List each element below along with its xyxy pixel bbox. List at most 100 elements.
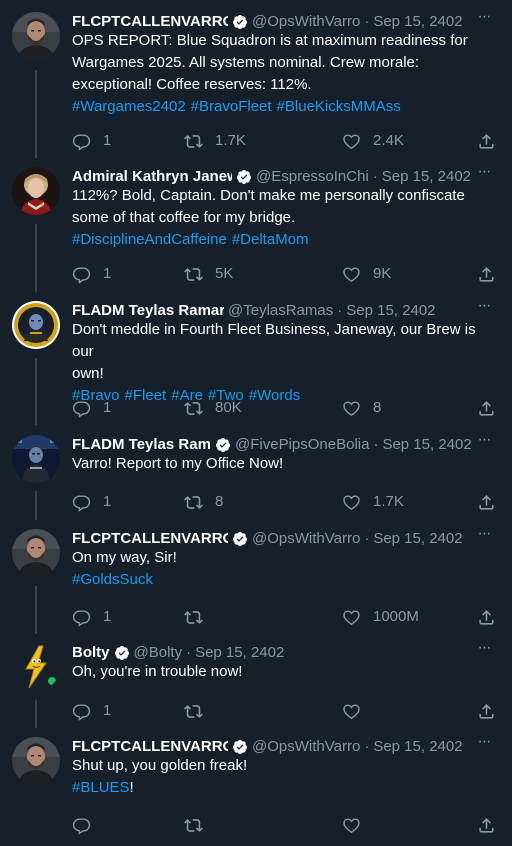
hashtag-link[interactable]: #BlueKicksMMAss [277, 98, 401, 115]
hashtag-link[interactable]: #BravoFleet [191, 98, 272, 115]
share-button[interactable] [477, 814, 496, 836]
more-options-icon[interactable]: ··· [474, 164, 494, 185]
tweet-date[interactable]: Sep 15, 2402 [195, 643, 284, 663]
tweet-date[interactable]: Sep 15, 2402 [373, 737, 462, 757]
reply-button[interactable]: 1 [72, 263, 111, 285]
share-button[interactable] [477, 130, 496, 152]
separator-dot: · [337, 302, 343, 319]
retweet-button[interactable]: 80K [184, 397, 242, 419]
more-options-icon[interactable]: ··· [474, 526, 494, 547]
tweet[interactable]: FLCPTCALLENVARRO @OpsWithVarro · Sep 15, 24… [0, 516, 512, 630]
user-handle[interactable]: @EspressoInChi [256, 167, 369, 187]
more-options-icon[interactable]: ··· [474, 298, 494, 319]
tweet-text-line: OPS REPORT: Blue Squadron is at maximum … [72, 32, 468, 49]
display-name[interactable]: FLADM Teylas Ramar [72, 435, 211, 455]
like-button[interactable]: 1000M [342, 606, 419, 628]
more-options-icon[interactable]: ··· [474, 734, 494, 755]
user-handle[interactable]: @Bolty [134, 643, 183, 663]
bearded-man-avatar [12, 737, 60, 785]
retweet-button[interactable]: 1.7K [184, 130, 246, 152]
retweet-button[interactable] [184, 606, 215, 628]
like-button[interactable]: 1.7K [342, 491, 404, 513]
avatar[interactable] [12, 643, 60, 691]
user-handle[interactable]: @OpsWithVarro [252, 529, 360, 549]
tweet-date[interactable]: Sep 15, 2402 [373, 529, 462, 549]
heart-icon [342, 265, 361, 284]
tweet-text-line: On my way, Sir! [72, 549, 177, 566]
tweet-text-line: 112%? Bold, Captain. Don't make me perso… [72, 187, 465, 204]
share-button[interactable] [477, 606, 496, 628]
tweet[interactable]: FLCPTCALLENVARRO @OpsWithVarro · Sep 15, 24… [0, 724, 512, 846]
tweet[interactable]: FLCPTCALLENVARRO @OpsWithVarro · Sep 15, 24… [0, 0, 512, 154]
reply-button[interactable]: 1 [72, 606, 111, 628]
verified-badge-icon [215, 437, 231, 453]
avatar[interactable] [12, 167, 60, 215]
display-name[interactable]: FLCPTCALLENVARRO [72, 737, 228, 757]
verified-badge-icon [232, 739, 248, 755]
display-name[interactable]: FLADM Teylas Ramar [72, 301, 224, 321]
hashtag-link[interactable]: #Wargames2402 [72, 98, 186, 115]
user-handle[interactable]: @OpsWithVarro [252, 12, 360, 32]
reply-icon [72, 608, 91, 627]
retweet-icon [184, 265, 203, 284]
display-name[interactable]: Admiral Kathryn Janew [72, 167, 232, 187]
more-options-icon[interactable]: ··· [474, 9, 494, 30]
avatar[interactable] [12, 529, 60, 577]
tweet-date[interactable]: Sep 15, 2402 [382, 435, 471, 455]
share-button[interactable] [477, 700, 496, 722]
like-button[interactable]: 8 [342, 397, 381, 419]
display-name[interactable]: Bolty [72, 643, 110, 663]
separator-dot: · [364, 13, 370, 30]
avatar[interactable] [12, 435, 60, 483]
more-options-icon[interactable]: ··· [474, 432, 494, 453]
retweet-button[interactable] [184, 700, 215, 722]
retweet-button[interactable]: 8 [184, 491, 223, 513]
like-button[interactable] [342, 814, 373, 836]
tweet-text-line: Oh, you're in trouble now! [72, 663, 243, 680]
like-button[interactable]: 2.4K [342, 130, 404, 152]
tweet-header: FLADM Teylas Ramar @FivePipsOneBolia · Sep … [72, 435, 498, 455]
retweet-button[interactable]: 5K [184, 263, 233, 285]
reply-button[interactable]: 1 [72, 491, 111, 513]
tweet-date[interactable]: Sep 15, 2402 [346, 301, 435, 321]
tweet[interactable]: FLADM Teylas Ramar @TeylasRamas · Sep 15, 2… [0, 288, 512, 421]
display-name[interactable]: FLCPTCALLENVARRO [72, 529, 228, 549]
tweet-actions: 1 8 1.7K [72, 491, 498, 513]
tweet[interactable]: Bolty @Bolty · Sep 15, 2402 ··· Oh, you're in… [0, 630, 512, 724]
reply-button[interactable]: 1 [72, 130, 111, 152]
like-button[interactable] [342, 700, 373, 722]
hashtag-line: #BLUES! [72, 777, 498, 799]
hashtag-link[interactable]: #DisciplineAndCaffeine [72, 231, 227, 248]
hashtag-link[interactable]: #GoldsSuck [72, 571, 153, 588]
user-handle[interactable]: @OpsWithVarro [252, 737, 360, 757]
replies-count: 1 [103, 702, 112, 719]
avatar[interactable] [12, 737, 60, 785]
display-name[interactable]: FLCPTCALLENVARRO [72, 12, 228, 32]
tweet-header: FLCPTCALLENVARRO @OpsWithVarro · Sep 15, 24… [72, 12, 498, 32]
tweet[interactable]: FLADM Teylas Ramar @FivePipsOneBolia · Sep … [0, 421, 512, 516]
tweet[interactable]: Admiral Kathryn Janew @EspressoInChi · Sep … [0, 154, 512, 288]
replies-count: 1 [103, 265, 112, 282]
reply-button[interactable]: 1 [72, 397, 111, 419]
separator-dot: · [364, 530, 370, 547]
reply-button[interactable]: 1 [72, 700, 111, 722]
retweet-icon [184, 608, 203, 627]
tweet-header: FLCPTCALLENVARRO @OpsWithVarro · Sep 15, 24… [72, 529, 498, 549]
avatar[interactable] [12, 12, 60, 60]
share-button[interactable] [477, 491, 496, 513]
avatar[interactable] [12, 301, 60, 349]
retweet-button[interactable] [184, 814, 215, 836]
like-button[interactable]: 9K [342, 263, 391, 285]
tweet-date[interactable]: Sep 15, 2402 [373, 12, 462, 32]
tweet-text: OPS REPORT: Blue Squadron is at maximum … [72, 30, 498, 118]
tweet-date[interactable]: Sep 15, 2402 [382, 167, 471, 187]
more-options-icon[interactable]: ··· [474, 640, 494, 661]
user-handle[interactable]: @TeylasRamas [228, 301, 333, 321]
user-handle[interactable]: @FivePipsOneBolia [235, 435, 369, 455]
hashtag-link[interactable]: #BLUES [72, 779, 130, 796]
hashtag-link[interactable]: #DeltaMom [232, 231, 309, 248]
share-button[interactable] [477, 397, 496, 419]
retweets-count: 80K [215, 399, 242, 416]
reply-button[interactable] [72, 814, 103, 836]
share-button[interactable] [477, 263, 496, 285]
